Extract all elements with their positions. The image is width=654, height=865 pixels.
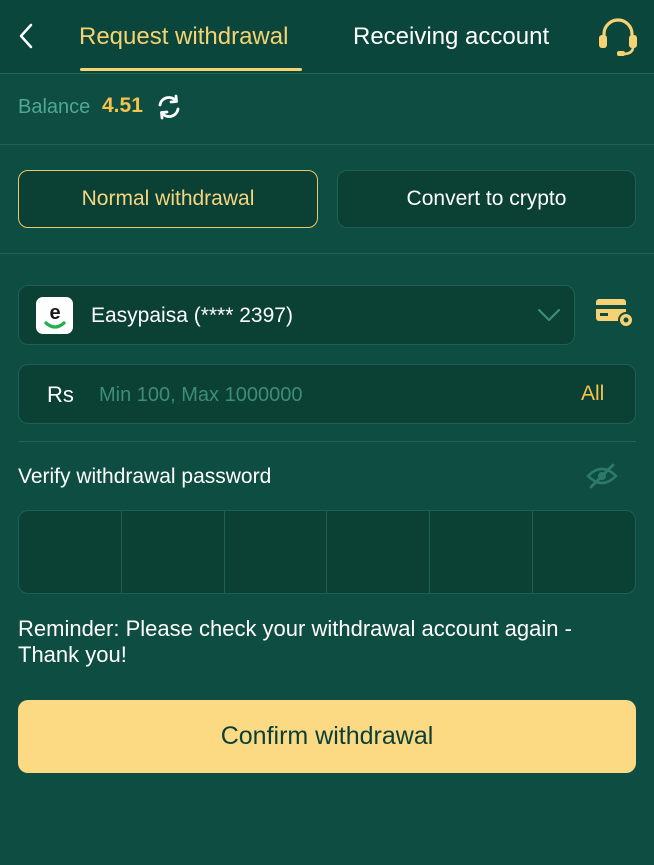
password-label: Verify withdrawal password: [18, 465, 272, 488]
account-select[interactable]: e Easypaisa (**** 2397): [18, 285, 575, 345]
card-settings-icon: [596, 299, 634, 328]
chevron-down-icon: [537, 308, 561, 322]
svg-text:e: e: [49, 302, 60, 324]
amount-input[interactable]: [97, 379, 541, 411]
back-button[interactable]: [10, 18, 42, 54]
reminder-text: Reminder: Please check your withdrawal a…: [18, 616, 572, 667]
withdrawal-mode-section: Normal withdrawal Convert to crypto: [0, 145, 654, 254]
currency-label: Rs: [47, 382, 74, 407]
chevron-left-icon: [19, 23, 33, 49]
password-visibility-toggle[interactable]: [586, 462, 618, 490]
tab-receiving-account[interactable]: Receiving account: [353, 0, 549, 73]
refresh-balance-button[interactable]: [155, 93, 183, 121]
amount-field: Rs All: [18, 364, 636, 424]
headset-icon: [599, 18, 637, 56]
divider: [18, 441, 636, 442]
manage-accounts-button[interactable]: [594, 297, 636, 329]
confirm-withdrawal-button[interactable]: Confirm withdrawal: [18, 700, 636, 773]
top-bar: Request withdrawal Receiving account: [0, 0, 654, 74]
active-tab-indicator: [80, 68, 302, 71]
tab-request-withdrawal[interactable]: Request withdrawal: [79, 0, 288, 73]
withdrawal-form: e Easypaisa (**** 2397) Rs All Verify wi…: [0, 254, 654, 865]
password-digit-4[interactable]: [327, 511, 431, 593]
convert-to-crypto-button[interactable]: Convert to crypto: [337, 170, 636, 228]
balance-row: Balance 4.51: [0, 74, 654, 145]
balance-value: 4.51: [102, 94, 143, 117]
password-digit-3[interactable]: [225, 511, 328, 593]
support-button[interactable]: [595, 16, 641, 58]
password-digit-2[interactable]: [122, 511, 225, 593]
refresh-icon: [158, 94, 180, 120]
all-amount-button[interactable]: All: [581, 382, 604, 406]
normal-withdrawal-button[interactable]: Normal withdrawal: [18, 170, 318, 228]
balance-label: Balance: [18, 96, 91, 118]
password-input-group: [18, 510, 636, 594]
password-digit-5[interactable]: [430, 511, 534, 593]
selected-account-label: Easypaisa (**** 2397): [91, 304, 293, 327]
password-digit-6[interactable]: [533, 511, 635, 593]
password-digit-1[interactable]: [19, 511, 122, 593]
easypaisa-logo: e: [36, 297, 73, 334]
eye-off-icon: [586, 463, 618, 489]
